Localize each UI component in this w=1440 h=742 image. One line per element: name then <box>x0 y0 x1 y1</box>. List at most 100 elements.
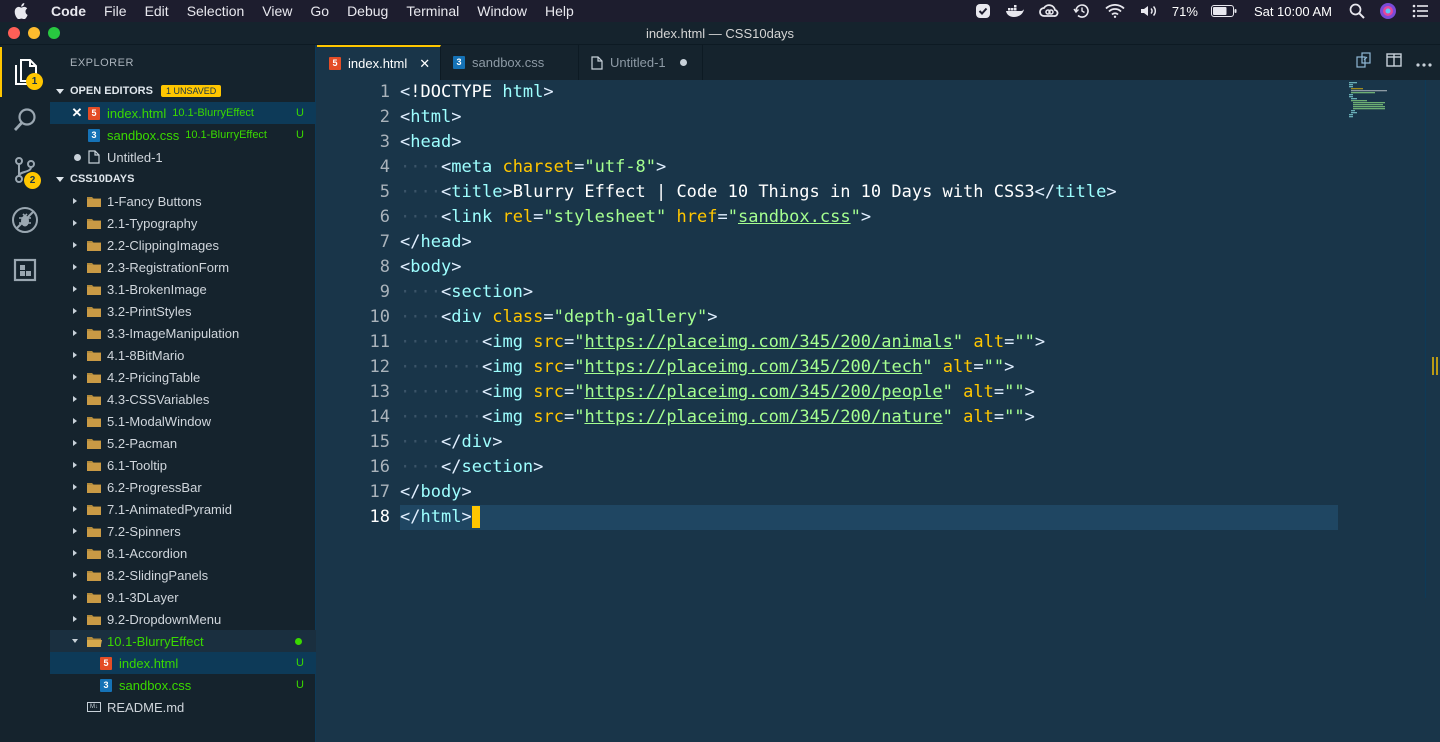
open-editors-header[interactable]: OPEN EDITORS 1 UNSAVED <box>50 80 316 102</box>
code-line[interactable]: </head> <box>400 230 472 255</box>
folder-item[interactable]: 7.1-AnimatedPyramid <box>50 498 316 520</box>
folder-icon <box>86 237 102 253</box>
menu-help[interactable]: Help <box>536 0 583 22</box>
code-line[interactable]: ····<title>Blurry Effect | Code 10 Thing… <box>400 180 1117 205</box>
code-line[interactable]: ········<img src="https://placeimg.com/3… <box>400 355 1014 380</box>
code-line[interactable]: ········<img src="https://placeimg.com/3… <box>400 330 1045 355</box>
explorer-badge: 1 <box>26 73 43 90</box>
siri-icon[interactable] <box>1372 0 1404 22</box>
file-index-html[interactable]: 5 index.html U <box>50 652 316 674</box>
folder-item[interactable]: 4.3-CSSVariables <box>50 388 316 410</box>
menu-code[interactable]: Code <box>42 0 95 22</box>
code-line[interactable]: ····<meta charset="utf-8"> <box>400 155 666 180</box>
folder-item[interactable]: 2.3-RegistrationForm <box>50 256 316 278</box>
folder-item[interactable]: 6.2-ProgressBar <box>50 476 316 498</box>
folder-item[interactable]: 6.1-Tooltip <box>50 454 316 476</box>
code-line[interactable]: </html> <box>400 505 480 530</box>
chevron-right-icon <box>68 304 82 318</box>
split-editor-icon[interactable] <box>1386 52 1402 73</box>
tab-sandbox-css[interactable]: 3 sandbox.css <box>441 45 579 80</box>
menu-debug[interactable]: Debug <box>338 0 397 22</box>
volume-icon[interactable] <box>1132 0 1166 22</box>
folder-item[interactable]: 1-Fancy Buttons <box>50 190 316 212</box>
notification-center-icon[interactable] <box>1404 0 1440 22</box>
menu-edit[interactable]: Edit <box>136 0 178 22</box>
debug-activity-button[interactable] <box>0 195 50 245</box>
folder-item[interactable]: 2.2-ClippingImages <box>50 234 316 256</box>
tab-index-html[interactable]: 5 index.html ✕ <box>317 45 441 80</box>
code-line[interactable]: <head> <box>400 130 461 155</box>
minimize-window-button[interactable] <box>28 27 40 39</box>
file-sandbox-css[interactable]: 3 sandbox.css U <box>50 674 316 696</box>
code-line[interactable]: ········<img src="https://placeimg.com/3… <box>400 380 1035 405</box>
spotlight-search-icon[interactable] <box>1342 0 1372 22</box>
close-icon[interactable]: ✕ <box>419 56 430 72</box>
code-line[interactable]: <body> <box>400 255 461 280</box>
folder-item[interactable]: 5.2-Pacman <box>50 432 316 454</box>
time-machine-icon[interactable] <box>1066 0 1098 22</box>
minimap[interactable] <box>1347 80 1417 120</box>
search-activity-button[interactable] <box>0 95 50 145</box>
source-control-activity-button[interactable]: 2 <box>0 145 50 195</box>
folder-label: 5.1-ModalWindow <box>107 413 212 429</box>
folder-item[interactable]: 3.2-PrintStyles <box>50 300 316 322</box>
extensions-activity-button[interactable] <box>0 245 50 295</box>
folder-item[interactable]: 8.1-Accordion <box>50 542 316 564</box>
docker-icon[interactable] <box>998 0 1032 22</box>
clock[interactable]: Sat 10:00 AM <box>1244 4 1342 19</box>
line-number: 3 <box>379 132 390 152</box>
code-line[interactable]: ········<img src="https://placeimg.com/3… <box>400 405 1035 430</box>
wifi-icon[interactable] <box>1098 0 1132 22</box>
apple-menu-icon[interactable] <box>0 0 42 22</box>
folder-item[interactable]: 5.1-ModalWindow <box>50 410 316 432</box>
folder-item[interactable]: 9.1-3DLayer <box>50 586 316 608</box>
code-line[interactable]: ····</section> <box>400 455 543 480</box>
code-line[interactable]: ····</div> <box>400 430 502 455</box>
folder-item[interactable]: 8.2-SlidingPanels <box>50 564 316 586</box>
zoom-window-button[interactable] <box>48 27 60 39</box>
code-line[interactable]: ····<link rel="stylesheet" href="sandbox… <box>400 205 871 230</box>
open-editor-sandbox-css[interactable]: 3 sandbox.css 10.1-BlurryEffect U <box>50 124 316 146</box>
folder-label: 2.2-ClippingImages <box>107 237 220 253</box>
folder-item[interactable]: 7.2-Spinners <box>50 520 316 542</box>
code-editor[interactable]: 1 2 3 4 5 6 7 8 9 10 11 12 13 14 15 16 17 18 <!DOCTYPE ht… <box>317 80 1440 742</box>
menu-view[interactable]: View <box>253 0 301 22</box>
workspace-header[interactable]: CSS10DAYS <box>50 168 316 190</box>
code-line[interactable]: </body> <box>400 480 472 505</box>
folder-icon <box>86 589 102 605</box>
folder-item[interactable]: 4.2-PricingTable <box>50 366 316 388</box>
folder-item[interactable]: 4.1-8BitMario <box>50 344 316 366</box>
menu-selection[interactable]: Selection <box>178 0 254 22</box>
more-actions-icon[interactable] <box>1416 54 1432 72</box>
menu-go[interactable]: Go <box>301 0 338 22</box>
activity-bar: 1 2 <box>0 45 50 742</box>
editor-scrollbar[interactable] <box>1425 80 1426 598</box>
battery-icon[interactable] <box>1204 0 1244 22</box>
open-editor-untitled-1[interactable]: Untitled-1 <box>50 146 316 168</box>
open-editor-index-html[interactable]: ✕ 5 index.html 10.1-BlurryEffect U <box>50 102 316 124</box>
code-line[interactable]: <!DOCTYPE html> <box>400 80 554 105</box>
close-icon[interactable]: ✕ <box>70 105 84 120</box>
folder-item[interactable]: 3.1-BrokenImage <box>50 278 316 300</box>
folder-item[interactable]: 9.2-DropdownMenu <box>50 608 316 630</box>
code-line[interactable]: ····<section> <box>400 280 533 305</box>
code-line[interactable]: <html> <box>400 105 461 130</box>
chevron-down-icon <box>50 87 70 95</box>
menu-window[interactable]: Window <box>468 0 536 22</box>
file-readme-md[interactable]: M↓ README.md <box>50 696 316 718</box>
checkmark-app-icon[interactable] <box>968 0 998 22</box>
menu-file[interactable]: File <box>95 0 136 22</box>
code-line[interactable]: ····<div class="depth-gallery"> <box>400 305 717 330</box>
open-changes-icon[interactable] <box>1356 52 1372 73</box>
folder-icon <box>86 215 102 231</box>
creative-cloud-icon[interactable] <box>1032 0 1066 22</box>
tab-untitled-1[interactable]: Untitled-1 <box>579 45 703 80</box>
folder-item[interactable]: 3.3-ImageManipulation <box>50 322 316 344</box>
folder-10-1-blurryeffect[interactable]: 10.1-BlurryEffect <box>50 630 316 652</box>
explorer-activity-button[interactable]: 1 <box>0 47 50 97</box>
css3-file-icon: 3 <box>453 56 465 69</box>
close-window-button[interactable] <box>8 27 20 39</box>
menu-terminal[interactable]: Terminal <box>397 0 468 22</box>
folder-item[interactable]: 2.1-Typography <box>50 212 316 234</box>
chevron-right-icon <box>68 370 82 384</box>
